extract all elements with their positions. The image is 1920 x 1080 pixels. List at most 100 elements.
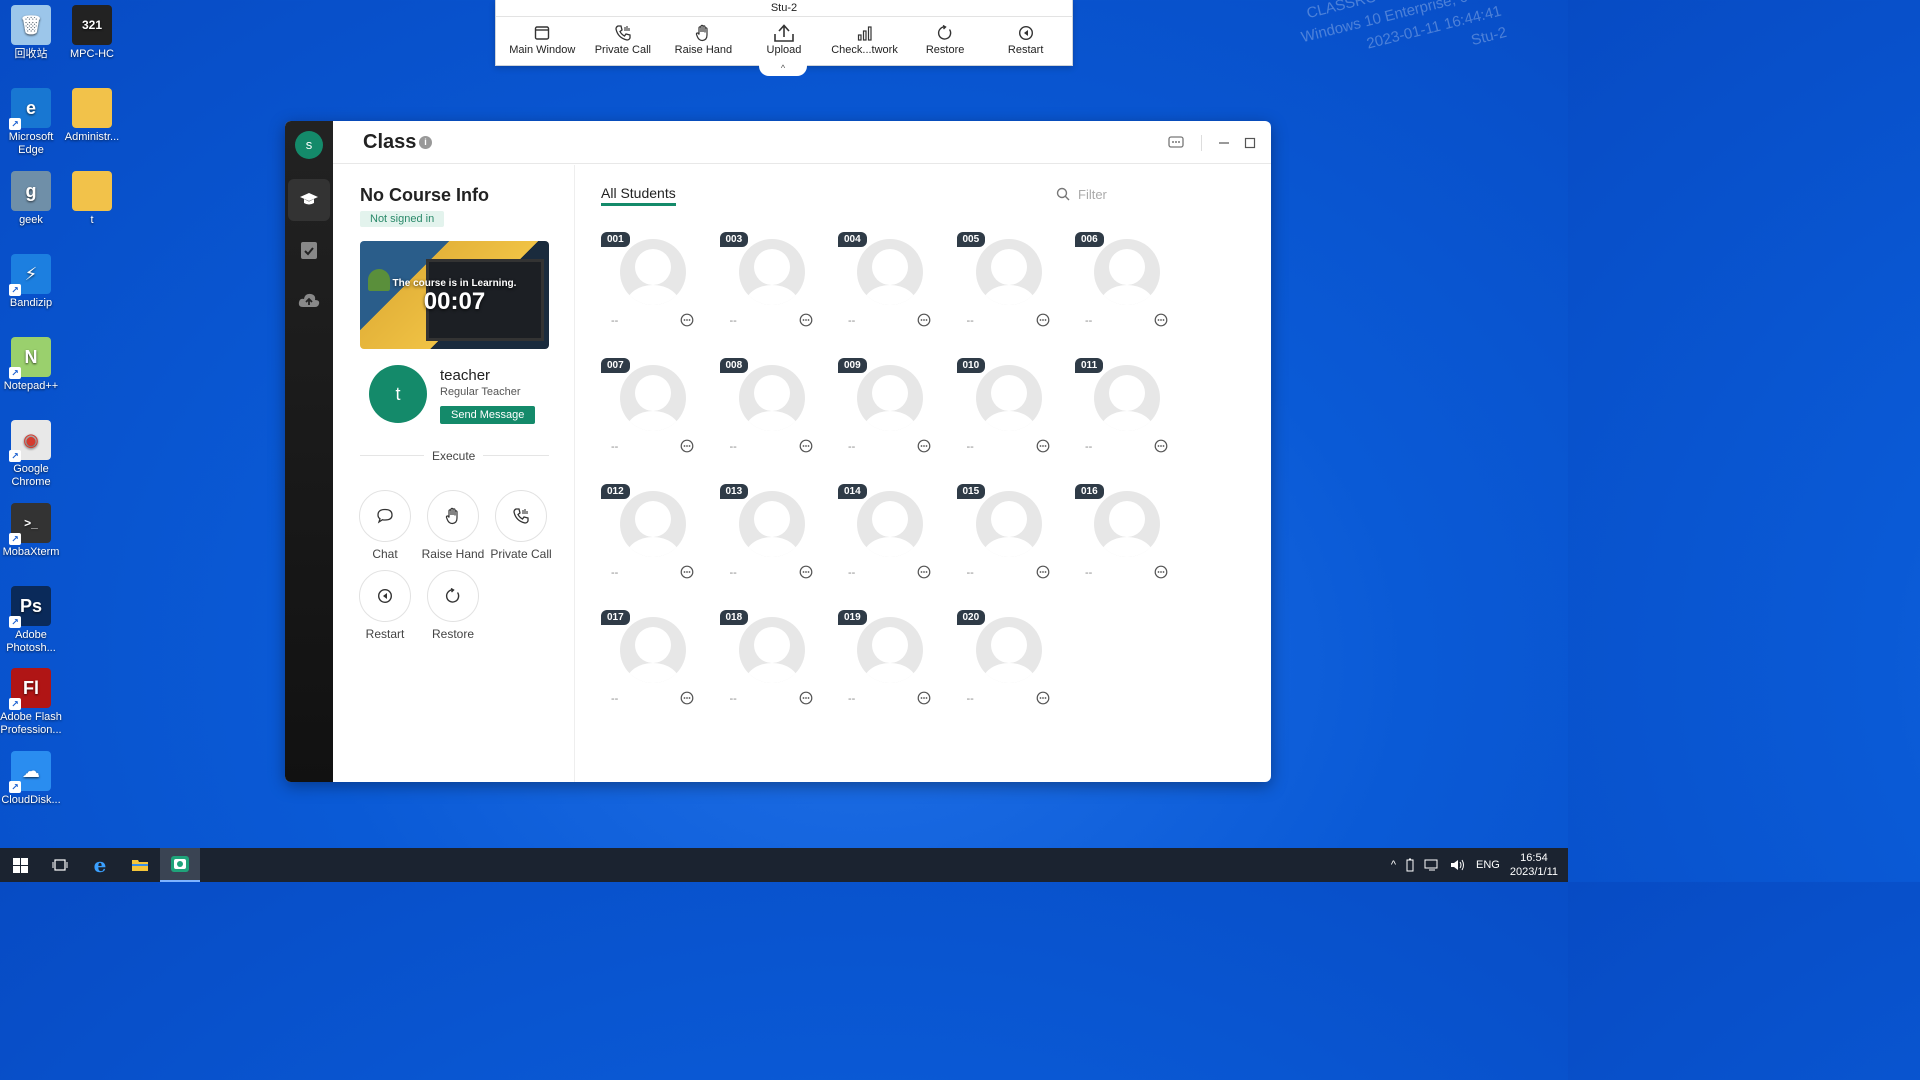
action-chat-button[interactable]: Chat [350, 490, 420, 561]
clock[interactable]: 16:54 2023/1/11 [1510, 851, 1558, 879]
taskbar-file-explorer[interactable] [120, 848, 160, 882]
student-chat-icon[interactable] [799, 565, 813, 584]
student-avatar [975, 239, 1042, 305]
student-chat-icon[interactable] [917, 565, 931, 584]
desktop-icon-bandizip[interactable]: ⚡ ↗ Bandizip [0, 254, 62, 310]
student-chat-icon[interactable] [1036, 691, 1050, 710]
restart-icon [359, 570, 411, 622]
taskbar-class-app[interactable] [160, 848, 200, 882]
student-avatar [857, 365, 923, 431]
student-card[interactable]: 016 -- [1075, 484, 1175, 594]
student-avatar [975, 365, 1042, 431]
student-chat-icon[interactable] [680, 439, 694, 458]
student-chat-icon[interactable] [799, 439, 813, 458]
student-card[interactable]: 015 -- [956, 484, 1057, 594]
student-chat-icon[interactable] [1036, 565, 1050, 584]
start-button[interactable] [0, 848, 40, 882]
sidebar-item-upload[interactable] [288, 279, 330, 321]
student-chat-icon[interactable] [1154, 313, 1168, 332]
student-card[interactable]: 014 -- [838, 484, 938, 594]
student-card[interactable]: 013 -- [719, 484, 820, 594]
toolbar-upload-button[interactable]: Upload [744, 17, 824, 56]
network-icon[interactable] [1424, 858, 1440, 872]
taskbar-edge[interactable]: e [80, 848, 120, 882]
desktop-icon-administrator-folder[interactable]: Administr... [61, 88, 123, 144]
desktop-icon-chrome[interactable]: ◉ ↗ Google Chrome [0, 420, 62, 489]
battery-icon[interactable] [1406, 858, 1414, 872]
toolbar-items: Main Window Private Call Raise Hand Upload C… [496, 17, 1072, 56]
student-chat-icon[interactable] [680, 691, 694, 710]
chat-window-button[interactable] [1167, 134, 1185, 152]
student-number-badge: 017 [601, 610, 630, 625]
sidebar-item-tasks[interactable] [288, 229, 330, 271]
course-preview[interactable]: The course is in Learning. 00:07 [360, 241, 549, 349]
student-chat-icon[interactable] [1154, 565, 1168, 584]
student-chat-icon[interactable] [1154, 439, 1168, 458]
desktop-icon-flash[interactable]: Fl ↗ Adobe Flash Profession... [0, 668, 62, 737]
language-indicator[interactable]: ENG [1476, 859, 1500, 871]
student-number-badge: 007 [601, 358, 630, 373]
action-private-call-button[interactable]: Private Call [486, 490, 556, 561]
student-card[interactable]: 006 -- [1075, 232, 1175, 342]
toolbar-restore-button[interactable]: Restore [905, 17, 985, 56]
action-restart-button[interactable]: Restart [350, 570, 420, 641]
desktop-icon-notepadpp[interactable]: N ↗ Notepad++ [0, 337, 62, 393]
student-card[interactable]: 005 -- [956, 232, 1057, 342]
toolbar-collapse-handle[interactable]: ^ [759, 64, 807, 76]
student-card[interactable]: 003 -- [719, 232, 820, 342]
task-view-button[interactable] [40, 848, 80, 882]
student-chat-icon[interactable] [1036, 313, 1050, 332]
minimize-button[interactable] [1215, 134, 1233, 152]
student-card[interactable]: 011 -- [1075, 358, 1175, 468]
student-card[interactable]: 001 -- [601, 232, 701, 342]
student-card[interactable]: 020 -- [956, 610, 1057, 720]
student-card[interactable]: 017 -- [601, 610, 701, 720]
user-avatar[interactable]: s [295, 131, 323, 159]
desktop-icon-edge[interactable]: e ↗ Microsoft Edge [0, 88, 62, 157]
toolbar-restart-button[interactable]: Restart [986, 17, 1066, 56]
toolbar-item-label: Check...twork [831, 44, 898, 56]
student-number-badge: 020 [956, 610, 986, 625]
desktop-icon-mpc-hc[interactable]: 321 MPC-HC [61, 5, 123, 61]
student-card[interactable]: 008 -- [719, 358, 820, 468]
info-icon[interactable]: i [419, 136, 432, 149]
chevron-up-icon[interactable]: ^ [1391, 859, 1396, 871]
student-chat-icon[interactable] [917, 439, 931, 458]
student-chat-icon[interactable] [799, 313, 813, 332]
desktop-icon-photoshop[interactable]: Ps ↗ Adobe Photosh... [0, 586, 62, 655]
student-chat-icon[interactable] [917, 313, 931, 332]
action-raise-hand-button[interactable]: Raise Hand [418, 490, 488, 561]
student-card[interactable]: 018 -- [719, 610, 820, 720]
student-chat-icon[interactable] [917, 691, 931, 710]
tab-all-students[interactable]: All Students [601, 185, 676, 206]
student-card[interactable]: 009 -- [838, 358, 938, 468]
desktop-icon-mobaxterm[interactable]: >_ ↗ MobaXterm [0, 503, 62, 559]
desktop-icon-t-folder[interactable]: t [61, 171, 123, 227]
volume-icon[interactable] [1450, 858, 1466, 872]
student-chat-icon[interactable] [680, 313, 694, 332]
filter-input[interactable] [1078, 186, 1228, 202]
upload-icon [744, 22, 824, 44]
toolbar-private-call-button[interactable]: Private Call [583, 17, 663, 56]
desktop-icon-clouddisk[interactable]: ☁ ↗ CloudDisk... [0, 751, 62, 807]
geek-icon: g [11, 171, 51, 211]
student-chat-icon[interactable] [799, 691, 813, 710]
desktop-icon-geek[interactable]: g geek [0, 171, 62, 227]
student-card[interactable]: 004 -- [838, 232, 938, 342]
action-restore-button[interactable]: Restore [418, 570, 488, 641]
student-chat-icon[interactable] [1036, 439, 1050, 458]
hand-icon [427, 490, 479, 542]
send-message-button[interactable]: Send Message [440, 406, 536, 424]
student-card[interactable]: 019 -- [838, 610, 938, 720]
student-card[interactable]: 012 -- [601, 484, 701, 594]
maximize-button[interactable] [1241, 134, 1259, 152]
student-chat-icon[interactable] [680, 565, 694, 584]
student-card[interactable]: 007 -- [601, 358, 701, 468]
toolbar-raise-hand-button[interactable]: Raise Hand [663, 17, 743, 56]
sidebar-item-class[interactable] [288, 179, 330, 221]
student-card[interactable]: 010 -- [956, 358, 1057, 468]
toolbar-check-twork-button[interactable]: Check...twork [825, 17, 905, 56]
maximize-icon [1244, 137, 1256, 149]
desktop-icon-recycle-bin[interactable]: 🗑 回收站 [0, 5, 62, 61]
toolbar-main-window-button[interactable]: Main Window [502, 17, 582, 56]
